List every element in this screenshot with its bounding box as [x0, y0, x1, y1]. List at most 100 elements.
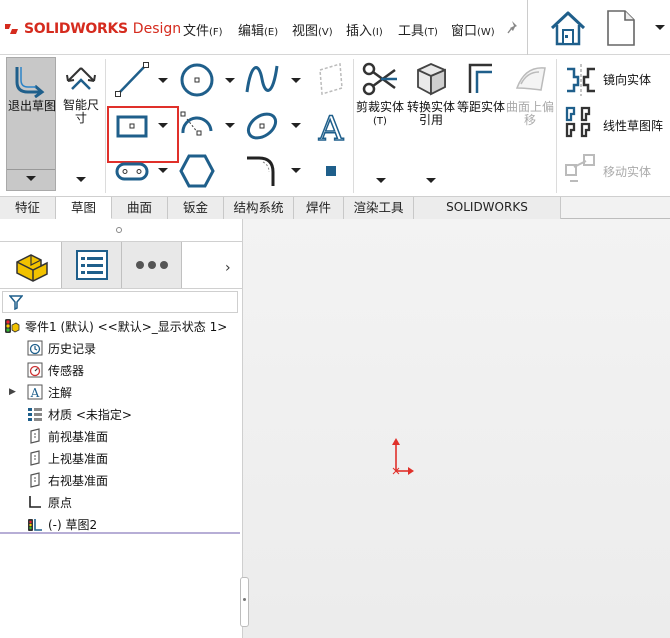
offset-on-surface-icon[interactable] [511, 60, 549, 98]
menu-insert[interactable]: 插入(I) [346, 20, 383, 39]
panel-grip-icon[interactable] [116, 227, 122, 233]
exit-sketch-button[interactable]: 退出草图 [6, 57, 56, 191]
rectangle-dropdown-icon[interactable] [158, 123, 168, 128]
menu-edit[interactable]: 编辑(E) [238, 20, 278, 39]
ellipse-icon[interactable] [243, 107, 281, 145]
offset-entities-icon[interactable] [462, 60, 500, 98]
tree-item-label: 注解 [48, 385, 73, 400]
tab-structure-system[interactable]: 结构系统 [224, 197, 294, 219]
smart-dimension-label: 智能尺寸 [62, 98, 99, 125]
tree-item-sensors[interactable]: 传感器 [27, 359, 84, 381]
mirror-entities-icon[interactable] [562, 60, 600, 98]
exit-sketch-dropdown-icon[interactable] [26, 176, 36, 181]
tree-item-annotations[interactable]: A 注解 [27, 381, 72, 403]
tree-item-origin[interactable]: 原点 [27, 491, 72, 513]
line-dropdown-icon[interactable] [158, 78, 168, 83]
tree-item-label: 材质 <未指定> [48, 407, 132, 422]
slot-dropdown-icon[interactable] [158, 168, 168, 173]
menu-window[interactable]: 窗口(W) [451, 20, 495, 39]
arc-dropdown-icon[interactable] [225, 123, 235, 128]
circle-icon[interactable] [178, 60, 216, 98]
tree-item-material[interactable]: 材质 <未指定> [27, 403, 132, 425]
trim-icon[interactable] [361, 60, 399, 98]
material-icon [28, 408, 42, 421]
circle-dropdown-icon[interactable] [225, 78, 235, 83]
trim-text: 剪裁实体 [355, 100, 404, 114]
exit-sketch-separator [7, 169, 55, 170]
tree-filter-input[interactable] [2, 291, 238, 313]
smart-dimension-button[interactable]: 智能尺寸 [58, 57, 104, 191]
surface-plane-icon[interactable] [312, 60, 350, 98]
tab-property-manager[interactable] [62, 242, 122, 288]
spline-dropdown-icon[interactable] [291, 78, 301, 83]
tab-feature-tree[interactable] [0, 242, 62, 288]
pin-icon[interactable] [507, 20, 521, 34]
chevron-right-icon[interactable]: › [225, 260, 231, 276]
tab-surfaces[interactable]: 曲面 [112, 197, 168, 219]
home-icon[interactable] [548, 8, 588, 48]
spline-icon[interactable] [243, 60, 281, 98]
part-icon [16, 254, 48, 282]
plane-icon [30, 472, 40, 488]
solidworks-logo[interactable]: SOLIDWORKS Design [4, 18, 181, 40]
svg-text:A: A [30, 386, 40, 400]
point-icon[interactable] [312, 152, 350, 190]
more-icon [136, 261, 168, 269]
panel-splitter-handle[interactable] [240, 577, 249, 627]
title-bar: SOLIDWORKS Design 文件(F) 编辑(E) 视图(V) 插入(I… [0, 0, 670, 55]
tree-root-part[interactable]: 零件1 (默认) <<默认>_显示状态 1> [4, 315, 227, 337]
exit-sketch-label: 退出草图 [7, 99, 56, 113]
tab-sheet-metal[interactable]: 钣金 [168, 197, 224, 219]
fillet-icon[interactable] [243, 152, 281, 190]
convert-entities-icon[interactable] [412, 60, 450, 98]
line-icon[interactable] [113, 60, 151, 98]
move-entities-icon[interactable] [562, 151, 600, 189]
property-list-icon [76, 250, 108, 280]
tab-solidworks-inspection[interactable]: SOLIDWORKS Inspection [414, 197, 561, 235]
ellipse-dropdown-icon[interactable] [291, 123, 301, 128]
tab-weldments[interactable]: 焊件 [294, 197, 344, 219]
rectangle-icon[interactable] [113, 107, 151, 145]
text-icon[interactable]: A [312, 107, 350, 145]
menu-file-key: (F) [209, 27, 223, 38]
move-entities-label: 移动实体 [603, 165, 652, 179]
exit-sketch-icon [15, 67, 45, 98]
tree-root-label: 零件1 (默认) <<默认>_显示状态 1> [25, 319, 228, 334]
fillet-dropdown-icon[interactable] [291, 168, 301, 173]
menu-file[interactable]: 文件(F) [183, 20, 223, 39]
menu-view[interactable]: 视图(V) [292, 20, 333, 39]
tree-item-top-plane[interactable]: 上视基准面 [27, 447, 108, 469]
trim-key: (T) [373, 116, 387, 127]
menu-window-key: (W) [477, 27, 495, 38]
menu-edit-key: (E) [264, 27, 279, 38]
history-icon [27, 340, 43, 356]
tab-more[interactable] [122, 242, 182, 288]
convert-entities-dropdown-icon[interactable] [426, 178, 436, 183]
tree-item-history[interactable]: 历史记录 [27, 337, 96, 359]
tree-item-right-plane[interactable]: 右视基准面 [27, 469, 108, 491]
new-document-dropdown-icon[interactable] [655, 25, 665, 30]
tab-features[interactable]: 特征 [0, 197, 56, 219]
menu-tools-key: (T) [424, 27, 438, 38]
tree-item-label: 前视基准面 [48, 429, 109, 444]
trim-dropdown-icon[interactable] [376, 178, 386, 183]
offset-entities-label: 等距实体 [456, 100, 505, 114]
smart-dimension-dropdown-icon[interactable] [76, 177, 86, 182]
tab-render-tools[interactable]: 渲染工具 [344, 197, 414, 219]
menu-insert-key: (I) [372, 27, 383, 38]
arc-icon[interactable] [178, 107, 216, 145]
sketch-icon [28, 519, 42, 531]
tree-item-front-plane[interactable]: 前视基准面 [27, 425, 108, 447]
new-document-icon[interactable] [603, 8, 639, 48]
polygon-icon[interactable] [178, 152, 216, 190]
linear-pattern-icon[interactable] [562, 104, 600, 142]
tab-sketch[interactable]: 草图 [56, 197, 112, 219]
svg-text:A: A [318, 109, 344, 145]
slot-icon[interactable] [113, 152, 151, 190]
ribbon-separator [105, 59, 106, 193]
graphics-area[interactable] [243, 219, 670, 638]
expand-annotations-icon[interactable]: ▶ [9, 387, 16, 397]
convert-entities-label: 转换实体引用 [406, 100, 455, 127]
menu-tools[interactable]: 工具(T) [398, 20, 438, 39]
tree-item-label: 原点 [48, 495, 73, 510]
